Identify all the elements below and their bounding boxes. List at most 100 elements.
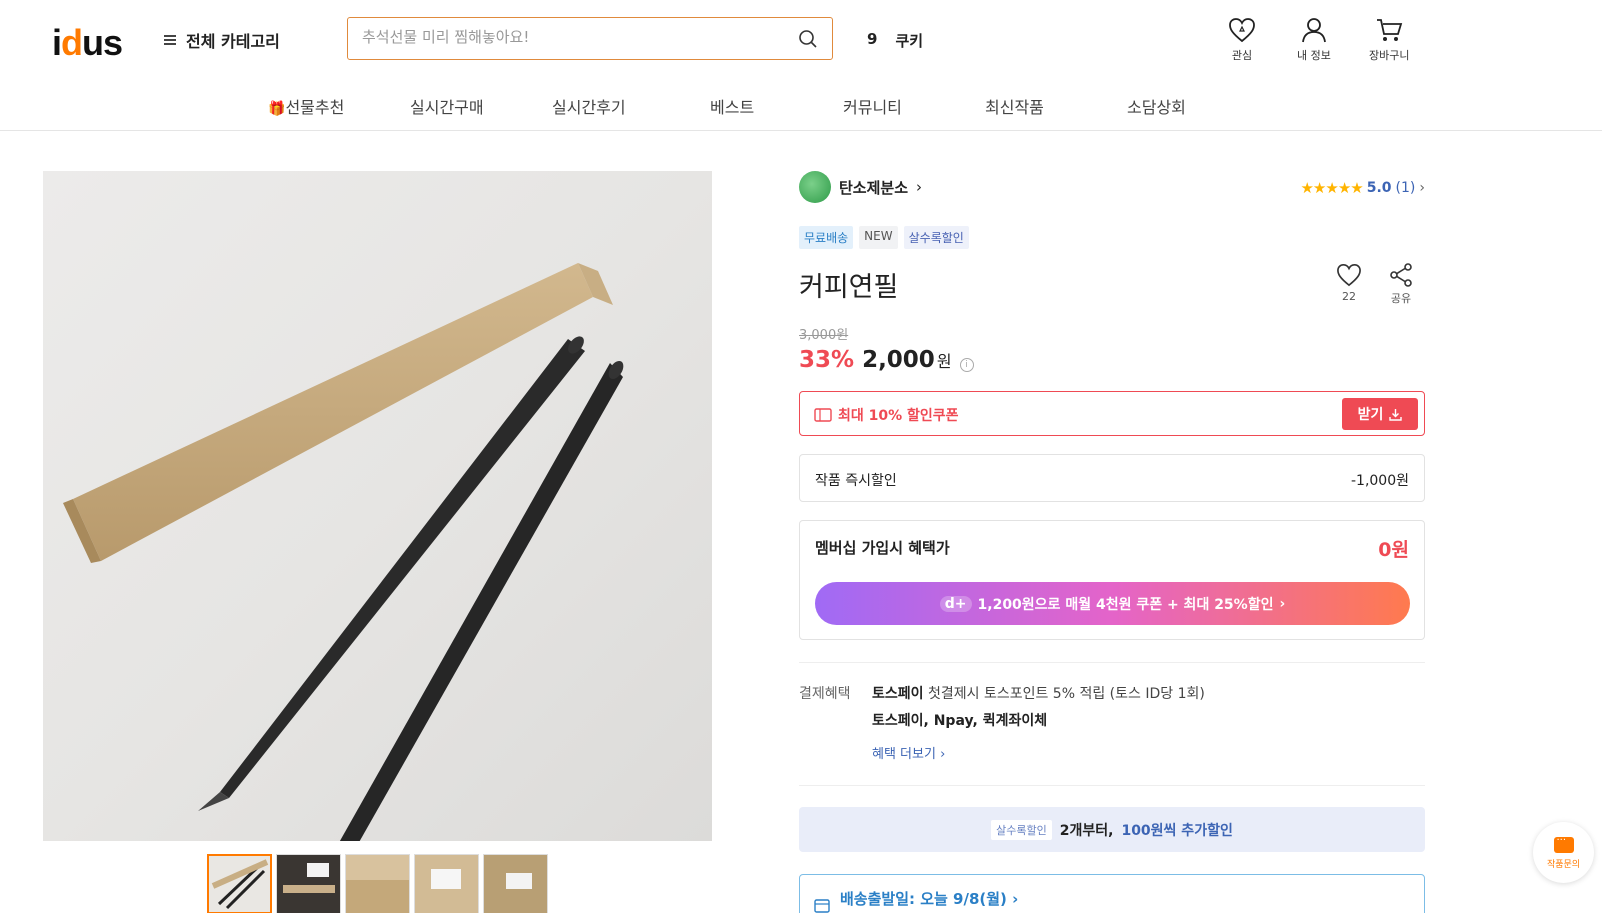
thumbnail-photo bbox=[506, 873, 532, 889]
heart-icon bbox=[1337, 264, 1361, 287]
heart-icon bbox=[1229, 18, 1255, 43]
rating-score: 5.0 bbox=[1366, 180, 1392, 196]
sale-price: 2,000 bbox=[862, 347, 935, 373]
instant-discount-label: 작품 즉시할인 bbox=[815, 473, 897, 489]
nav-realtime-purchase[interactable]: 실시간구매 bbox=[410, 94, 484, 118]
product-inquiry-button[interactable]: 작품문의 bbox=[1533, 822, 1594, 883]
shop-logo bbox=[799, 171, 831, 203]
membership-button-label: 1,200원으로 매월 4천원 쿠폰 + 최대 25%할인 bbox=[977, 596, 1274, 613]
price-row: 33% 2,000 원 i bbox=[799, 347, 974, 373]
cart-icon bbox=[1377, 19, 1403, 41]
coupon-box: 최대 10% 할인쿠폰 받기 bbox=[799, 391, 1425, 436]
thumbnail-3[interactable] bbox=[345, 854, 410, 913]
like-count: 22 bbox=[1342, 290, 1356, 303]
gift-icon: 🎁 bbox=[268, 101, 286, 117]
main-nav: 🎁선물추천 실시간구매 실시간후기 베스트 커뮤니티 최신작품 소담상회 bbox=[0, 94, 1602, 118]
rating-link[interactable]: ★★★★★ 5.0 (1) › bbox=[1300, 179, 1425, 197]
product-main-image[interactable] bbox=[43, 171, 712, 841]
shipping-info[interactable]: 배송출발일: 오늘 9/8(월) › bbox=[799, 874, 1425, 913]
thumbnail-photo bbox=[283, 885, 335, 893]
search-bar[interactable] bbox=[347, 17, 833, 60]
multi-discount-banner: 살수록할인 2개부터, 100원씩 추가할인 bbox=[799, 807, 1425, 852]
star-rating-icon: ★★★★★ bbox=[1300, 179, 1363, 197]
thumbnail-photo bbox=[431, 869, 461, 889]
share-button[interactable]: 공유 bbox=[1388, 263, 1414, 306]
calendar-icon bbox=[814, 899, 830, 913]
cart-link[interactable]: 장바구니 bbox=[1369, 17, 1409, 63]
divider bbox=[799, 785, 1425, 786]
chevron-right-icon: › bbox=[1279, 595, 1286, 612]
share-label: 공유 bbox=[1390, 292, 1412, 305]
shipping-date: 배송출발일: 오늘 9/8(월) › bbox=[840, 890, 1019, 908]
share-icon bbox=[1390, 263, 1412, 287]
coupon-icon bbox=[814, 408, 832, 422]
thumbnail-2[interactable] bbox=[276, 854, 341, 913]
thumbnail-4[interactable] bbox=[414, 854, 479, 913]
search-input[interactable] bbox=[362, 28, 782, 46]
nav-sodam[interactable]: 소담상회 bbox=[1127, 94, 1186, 118]
membership-label: 멤버십 가입시 혜택가 bbox=[815, 539, 950, 557]
price-unit: 원 bbox=[936, 352, 952, 371]
shop-name: 탄소제분소 bbox=[839, 178, 909, 197]
multi-discount-text: 2개부터, bbox=[1059, 822, 1114, 839]
benefits-more-link[interactable]: 혜택 더보기 › bbox=[872, 743, 945, 762]
thumbnail-photo bbox=[307, 863, 329, 877]
product-badges: 무료배송 NEW 살수록할인 bbox=[799, 226, 969, 249]
instant-discount-box: 작품 즉시할인 -1,000원 bbox=[799, 454, 1425, 502]
nav-best[interactable]: 베스트 bbox=[710, 94, 754, 118]
instant-discount-value: -1,000원 bbox=[1350, 473, 1409, 489]
thumbnail-5[interactable] bbox=[483, 854, 548, 913]
thumbnail-photo bbox=[211, 859, 269, 910]
product-title: 커피연필 bbox=[799, 272, 899, 303]
download-icon bbox=[1389, 408, 1403, 421]
payment-benefits-label: 결제혜택 bbox=[799, 686, 851, 702]
chevron-right-icon: › bbox=[940, 747, 946, 762]
cookie-count: 9 bbox=[867, 30, 878, 48]
user-icon bbox=[1302, 18, 1326, 43]
inquiry-label: 작품문의 bbox=[1546, 860, 1581, 870]
like-button[interactable]: 22 bbox=[1336, 263, 1362, 303]
membership-price: 0원 bbox=[1378, 539, 1409, 561]
rating-count: (1) bbox=[1395, 180, 1416, 196]
category-label: 전체 카테고리 bbox=[186, 32, 280, 51]
info-icon[interactable]: i bbox=[959, 358, 974, 372]
discount-percent: 33% bbox=[799, 347, 855, 373]
badge-free-shipping: 무료배송 bbox=[799, 226, 854, 249]
chevron-right-icon: › bbox=[1419, 180, 1425, 196]
coupon-download-button[interactable]: 받기 bbox=[1342, 398, 1418, 430]
dplus-icon: d+ bbox=[939, 595, 972, 612]
site-header: idus 전체 카테고리 9 쿠키 관심 내 정보 장바구니 🎁선물추천 실시간… bbox=[0, 0, 1602, 131]
idus-logo[interactable]: idus bbox=[52, 22, 123, 64]
all-category-button[interactable]: 전체 카테고리 bbox=[164, 28, 280, 52]
thumbnail-1[interactable] bbox=[207, 854, 272, 913]
cookie-link[interactable]: 9 쿠키 bbox=[867, 30, 923, 51]
my-info-label: 내 정보 bbox=[1297, 49, 1331, 62]
wishlist-label: 관심 bbox=[1231, 49, 1253, 62]
cart-label: 장바구니 bbox=[1369, 49, 1410, 62]
multi-discount-amount: 100원씩 추가할인 bbox=[1121, 822, 1233, 839]
chevron-right-icon: › bbox=[916, 178, 923, 196]
nav-latest[interactable]: 최신작품 bbox=[985, 94, 1044, 118]
wishlist-link[interactable]: 관심 bbox=[1228, 17, 1256, 63]
cookie-label: 쿠키 bbox=[895, 32, 924, 50]
badge-new: NEW bbox=[859, 226, 898, 249]
divider bbox=[799, 662, 1425, 663]
payment-benefit-line: 토스페이 첫결제시 토스포인트 5% 적립 (토스 ID당 1회) bbox=[872, 686, 1205, 702]
my-info-link[interactable]: 내 정보 bbox=[1297, 17, 1331, 63]
badge-multi-discount: 살수록할인 bbox=[903, 226, 969, 249]
thumbnail-photo bbox=[346, 855, 409, 880]
chevron-right-icon: › bbox=[1012, 890, 1019, 908]
nav-gift[interactable]: 🎁선물추천 bbox=[268, 94, 344, 118]
coupon-label: 최대 10% 할인쿠폰 bbox=[814, 405, 959, 425]
membership-join-button[interactable]: d+ 1,200원으로 매월 4천원 쿠폰 + 최대 25%할인 › bbox=[815, 582, 1410, 625]
pencil-photo bbox=[63, 263, 624, 841]
multi-discount-tag: 살수록할인 bbox=[991, 819, 1052, 840]
search-icon[interactable] bbox=[798, 29, 818, 49]
nav-realtime-review[interactable]: 실시간후기 bbox=[552, 94, 626, 118]
thumbnail-strip bbox=[207, 854, 548, 913]
nav-community[interactable]: 커뮤니티 bbox=[843, 94, 902, 118]
shop-link[interactable]: 탄소제분소 › bbox=[799, 171, 922, 203]
original-price: 3,000원 bbox=[799, 328, 849, 343]
payment-methods: 토스페이, Npay, 퀵계좌이체 bbox=[872, 713, 1048, 729]
membership-box: 멤버십 가입시 혜택가 0원 d+ 1,200원으로 매월 4천원 쿠폰 + 최… bbox=[799, 520, 1425, 640]
